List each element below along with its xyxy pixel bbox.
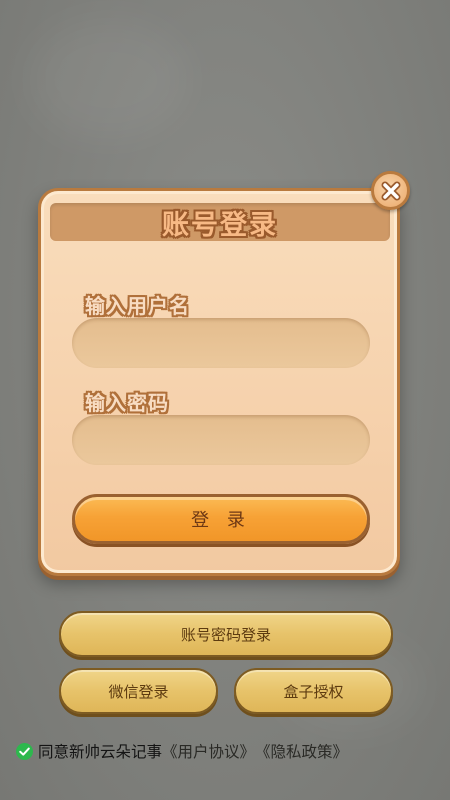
- account-password-login-button[interactable]: 账号密码登录: [59, 611, 393, 657]
- login-button-label: 登 录: [191, 510, 251, 531]
- box-auth-label: 盒子授权: [283, 682, 344, 701]
- close-button[interactable]: [371, 171, 410, 210]
- dialog-header: 账号登录: [50, 203, 390, 241]
- username-input[interactable]: [72, 318, 370, 368]
- login-dialog: 账号登录 输入用户名 输入密码 登 录: [38, 188, 400, 576]
- wechat-login-button[interactable]: 微信登录: [59, 668, 218, 714]
- background-blob: [30, 20, 190, 140]
- password-label: 输入密码: [85, 391, 169, 415]
- privacy-policy-link[interactable]: 《隐私政策》: [255, 740, 348, 762]
- username-label: 输入用户名: [85, 294, 190, 318]
- agreement-text: 同意新帅云朵记事: [38, 743, 163, 761]
- password-input[interactable]: [72, 415, 370, 465]
- dialog-title: 账号登录: [162, 209, 278, 241]
- user-agreement-link[interactable]: 《用户协议》: [162, 740, 255, 762]
- check-circle-icon[interactable]: [16, 742, 33, 760]
- account-password-login-label: 账号密码登录: [180, 625, 271, 644]
- wechat-login-label: 微信登录: [108, 682, 169, 701]
- box-auth-button[interactable]: 盒子授权: [234, 668, 393, 714]
- close-icon: [381, 181, 400, 200]
- login-button[interactable]: 登 录: [72, 494, 370, 544]
- agreement-row: 同意新帅云朵记事 《用户协议》 《隐私政策》: [16, 741, 348, 761]
